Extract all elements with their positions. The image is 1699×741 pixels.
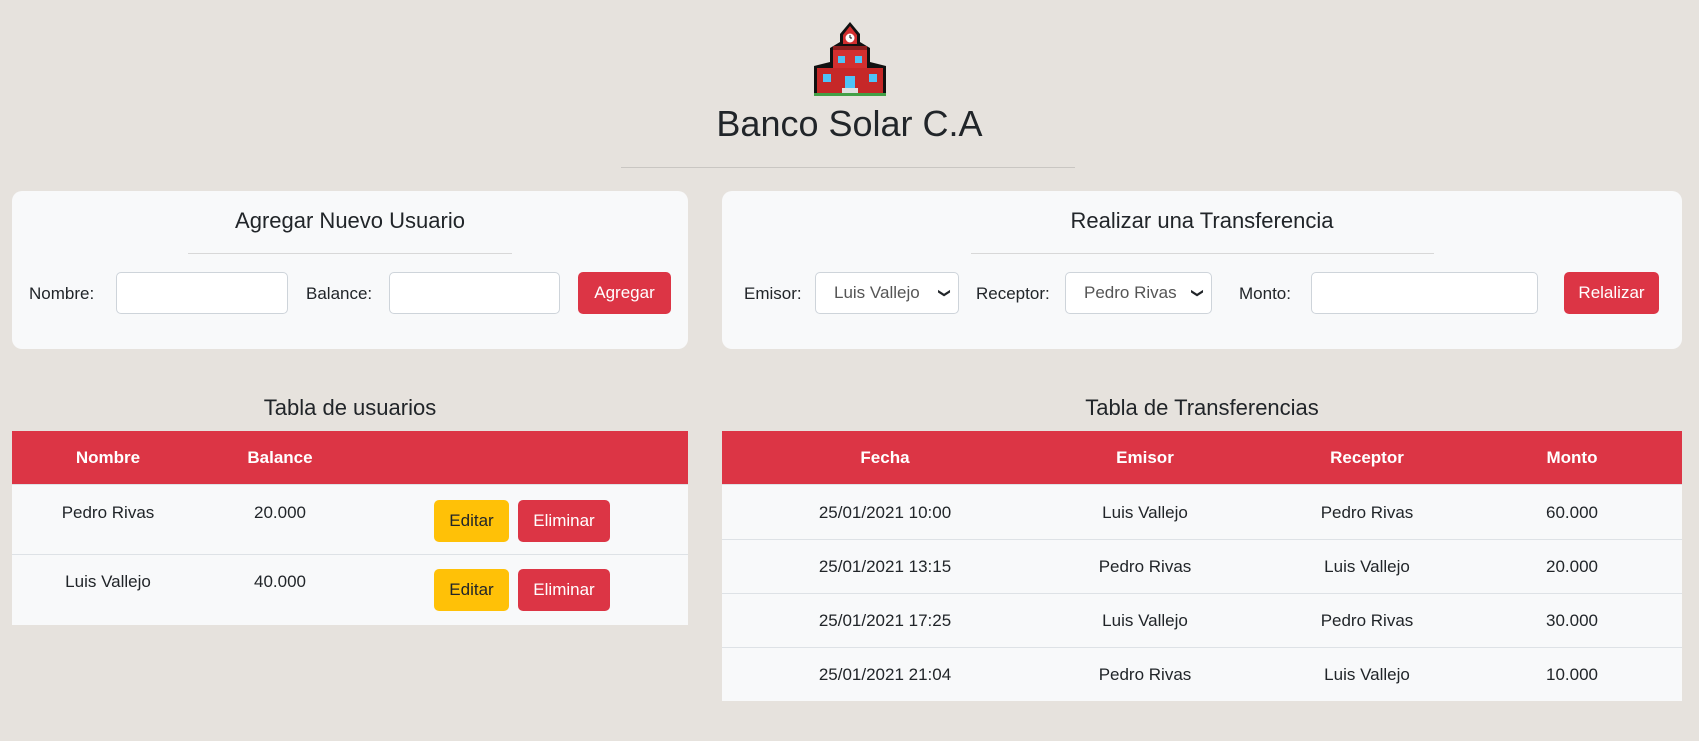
amount-label: Monto: [1239, 284, 1291, 303]
transfers-table-body: 25/01/2021 10:00 Luis Vallejo Pedro Riva… [722, 484, 1682, 701]
transfer-receiver: Pedro Rivas [1320, 611, 1414, 630]
user-name: Pedro Rivas [61, 503, 155, 522]
column-header: Fecha [860, 448, 910, 467]
transfer-date: 25/01/2021 17:25 [818, 611, 952, 630]
transfer-amount: 10.000 [1546, 665, 1598, 684]
transfer-title: Realizar una Transferencia [1070, 208, 1334, 233]
table-row: 25/01/2021 17:25 Luis Vallejo Pedro Riva… [722, 593, 1682, 647]
user-balance: 20.000 [254, 503, 306, 522]
receiver-label: Receptor: [976, 284, 1050, 303]
new-user-divider [188, 253, 512, 254]
edit-button[interactable]: Editar [434, 500, 509, 542]
sender-select[interactable]: Luis Vallejo ❯ [815, 272, 959, 314]
new-user-card: Agregar Nuevo Usuario [12, 191, 688, 349]
transfer-sender: Pedro Rivas [1098, 557, 1192, 576]
add-user-button[interactable]: Agregar [578, 272, 671, 314]
transfer-amount: 30.000 [1546, 611, 1598, 630]
chevron-down-icon: ❯ [1190, 287, 1205, 299]
users-table-body: Pedro Rivas 20.000 Editar Eliminar Luis … [12, 484, 688, 625]
user-name: Luis Vallejo [65, 572, 151, 591]
transfer-amount: 60.000 [1546, 503, 1598, 522]
transfer-date: 25/01/2021 10:00 [818, 503, 952, 522]
column-header: Monto [1546, 448, 1598, 467]
header-divider [621, 167, 1075, 168]
transfer-divider [971, 253, 1434, 254]
name-label: Nombre: [29, 284, 95, 303]
table-row: 25/01/2021 21:04 Pedro Rivas Luis Vallej… [722, 647, 1682, 701]
transfers-table-title: Tabla de Transferencias [1085, 395, 1319, 420]
table-row: 25/01/2021 13:15 Pedro Rivas Luis Vallej… [722, 539, 1682, 593]
transfer-submit-button[interactable]: Relalizar [1564, 272, 1659, 314]
table-row: Pedro Rivas 20.000 Editar Eliminar [12, 484, 688, 554]
chevron-down-icon: ❯ [937, 287, 952, 299]
transfer-date: 25/01/2021 21:04 [818, 665, 952, 684]
name-input[interactable] [116, 272, 288, 314]
amount-input[interactable] [1311, 272, 1538, 314]
delete-button[interactable]: Eliminar [518, 569, 610, 611]
balance-label: Balance: [306, 284, 373, 303]
page-header: Banco Solar C.A [0, 18, 1699, 146]
transfer-date: 25/01/2021 13:15 [818, 557, 952, 576]
transfer-amount: 20.000 [1546, 557, 1598, 576]
sender-label: Emisor: [744, 284, 802, 303]
table-row: 25/01/2021 10:00 Luis Vallejo Pedro Riva… [722, 484, 1682, 539]
users-table-title: Tabla de usuarios [263, 395, 437, 420]
balance-input[interactable] [389, 272, 560, 314]
column-header: Balance [247, 448, 313, 467]
sender-selected: Luis Vallejo [834, 283, 920, 302]
column-header: Nombre [75, 448, 141, 467]
transfer-receiver: Luis Vallejo [1324, 665, 1410, 684]
users-table-header: Nombre Balance [12, 431, 688, 484]
table-row: Luis Vallejo 40.000 Editar Eliminar [12, 554, 688, 625]
new-user-title: Agregar Nuevo Usuario [235, 208, 465, 233]
edit-button[interactable]: Editar [434, 569, 509, 611]
transfer-sender: Luis Vallejo [1102, 503, 1188, 522]
transfer-sender: Luis Vallejo [1102, 611, 1188, 630]
transfer-sender: Pedro Rivas [1098, 665, 1192, 684]
page-title: Banco Solar C.A [716, 103, 983, 144]
transfers-table-header: Fecha Emisor Receptor Monto [722, 431, 1682, 484]
column-header: Emisor [1116, 448, 1174, 467]
school-building-icon [813, 22, 886, 96]
column-header: Receptor [1330, 448, 1404, 467]
transfer-receiver: Luis Vallejo [1324, 557, 1410, 576]
delete-button[interactable]: Eliminar [518, 500, 610, 542]
receiver-select[interactable]: Pedro Rivas ❯ [1065, 272, 1212, 314]
transfer-card: Realizar una Transferencia [722, 191, 1682, 349]
user-balance: 40.000 [254, 572, 306, 591]
receiver-selected: Pedro Rivas [1084, 283, 1177, 302]
transfer-receiver: Pedro Rivas [1320, 503, 1414, 522]
